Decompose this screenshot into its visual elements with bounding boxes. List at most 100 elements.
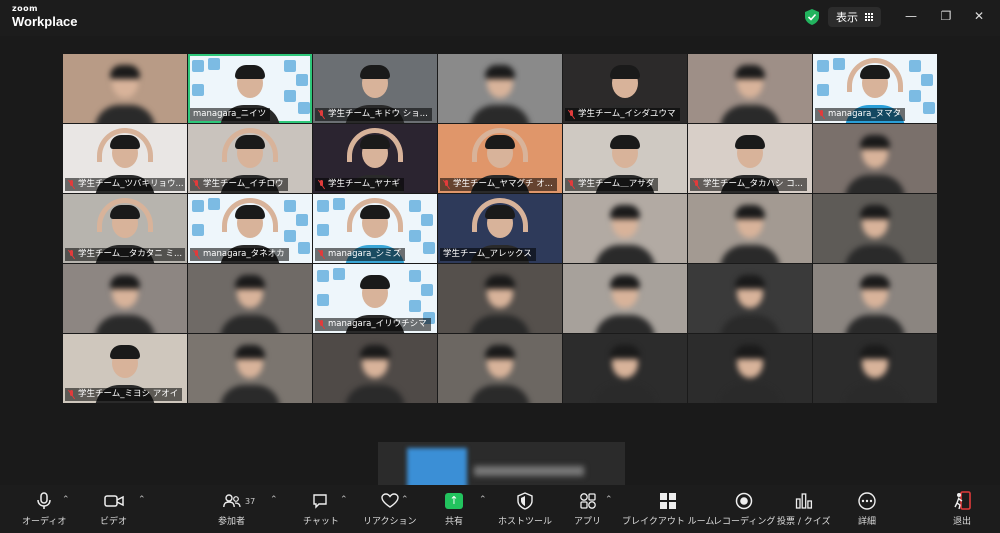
video-button[interactable]: ビデオ bbox=[100, 491, 127, 527]
participant-name: 学生チーム_ヤナギ bbox=[328, 179, 400, 189]
participant-tile[interactable] bbox=[563, 194, 687, 263]
participant-tile[interactable]: 学生チーム_イチロウ bbox=[188, 124, 312, 193]
chat-options-chevron-icon[interactable]: ⌃ bbox=[340, 495, 348, 505]
participants-button[interactable]: 参加者 bbox=[218, 491, 245, 527]
participant-tile[interactable]: 学生チーム_イシダユウマ bbox=[563, 54, 687, 123]
apps-label: アプリ bbox=[574, 517, 602, 527]
reactions-options-chevron-icon[interactable]: ⌃ bbox=[401, 495, 409, 505]
security-shield-icon[interactable] bbox=[805, 9, 819, 25]
participant-body bbox=[470, 385, 530, 403]
participant-tile[interactable] bbox=[813, 124, 937, 193]
participant-tile[interactable]: 学生チーム_ヤナギ bbox=[313, 124, 437, 193]
participants-options-chevron-icon[interactable]: ⌃ bbox=[270, 495, 278, 505]
audio-options-chevron-icon[interactable]: ⌃ bbox=[62, 495, 70, 505]
participant-tile[interactable] bbox=[438, 264, 562, 333]
leave-button[interactable]: 退出 bbox=[951, 491, 973, 527]
participant-tile[interactable]: managara_シミズ bbox=[313, 194, 437, 263]
host-tools-button[interactable]: ホストツール bbox=[498, 491, 552, 527]
participant-name: 学生チーム_タカハシ コ... bbox=[703, 179, 803, 189]
participant-hair bbox=[860, 65, 890, 79]
participant-tile[interactable] bbox=[563, 264, 687, 333]
participant-tile[interactable] bbox=[188, 334, 312, 403]
participant-tile[interactable] bbox=[813, 334, 937, 403]
restore-icon[interactable]: ❐ bbox=[939, 9, 953, 23]
participant-video bbox=[188, 334, 312, 403]
participant-hair bbox=[610, 275, 640, 289]
participant-tile[interactable]: 学生チーム_ミヨシ アオイ bbox=[63, 334, 187, 403]
chat-button[interactable]: チャット bbox=[303, 491, 339, 527]
participant-tile[interactable]: 学生チーム_アレックス bbox=[438, 194, 562, 263]
participant-tile[interactable]: managara_ニイツ bbox=[188, 54, 312, 123]
participant-tile[interactable] bbox=[813, 264, 937, 333]
participant-tile[interactable] bbox=[688, 54, 812, 123]
participant-tile[interactable] bbox=[688, 194, 812, 263]
participant-tile[interactable]: 学生チーム_キドウ ショ... bbox=[313, 54, 437, 123]
participant-tile[interactable]: 学生チーム_ヤマグチ オ... bbox=[438, 124, 562, 193]
shield-icon bbox=[514, 491, 536, 511]
participant-tile[interactable] bbox=[688, 264, 812, 333]
host-tools-label: ホストツール bbox=[498, 517, 553, 527]
participant-name-label: 学生チーム_ミヨシ アオイ bbox=[65, 388, 183, 401]
participant-body bbox=[845, 385, 905, 403]
participant-tile[interactable] bbox=[563, 334, 687, 403]
apps-options-chevron-icon[interactable]: ⌃ bbox=[605, 495, 613, 505]
participant-hair bbox=[485, 65, 515, 79]
participant-body bbox=[220, 385, 280, 403]
participant-body bbox=[720, 245, 780, 263]
participant-tile[interactable]: managara_ヌマタ bbox=[813, 54, 937, 123]
participant-video bbox=[813, 124, 937, 193]
participant-tile[interactable] bbox=[63, 54, 187, 123]
participant-tile[interactable] bbox=[438, 334, 562, 403]
record-button[interactable]: レコーディング bbox=[713, 491, 775, 527]
brand-top: zoom bbox=[12, 4, 38, 13]
participant-tile[interactable]: 学生チーム＿アサダ bbox=[563, 124, 687, 193]
participant-tile[interactable]: managara_タネオカ bbox=[188, 194, 312, 263]
participant-tile[interactable]: 学生チーム＿タカタニ ミ... bbox=[63, 194, 187, 263]
participant-video bbox=[688, 54, 812, 123]
participant-name-label: 学生チーム_ヤマグチ オ... bbox=[440, 178, 557, 191]
participant-name: 学生チーム_イチロウ bbox=[203, 179, 284, 189]
participant-body bbox=[845, 245, 905, 263]
close-icon[interactable]: ✕ bbox=[972, 9, 986, 23]
video-options-chevron-icon[interactable]: ⌃ bbox=[138, 495, 146, 505]
participant-tile[interactable]: 学生チーム_タカハシ コ... bbox=[688, 124, 812, 193]
polls-button[interactable]: 投票 / クイズ bbox=[777, 491, 830, 527]
share-button[interactable]: ↑ 共有 bbox=[443, 491, 465, 527]
participant-hair bbox=[485, 135, 515, 149]
audio-button[interactable]: オーディオ bbox=[22, 491, 66, 527]
participant-name-label: managara_シミズ bbox=[315, 248, 406, 261]
participant-tile[interactable] bbox=[688, 334, 812, 403]
chat-label: チャット bbox=[303, 517, 339, 527]
participant-hair bbox=[485, 345, 515, 359]
participant-name-label: 学生チーム_タカハシ コ... bbox=[690, 178, 807, 191]
participant-tile[interactable]: 学生チーム_ツバキリョウ... bbox=[63, 124, 187, 193]
participant-hair bbox=[110, 275, 140, 289]
brand-bottom: Workplace bbox=[12, 14, 78, 29]
participant-tile[interactable]: managara_イリウチシマ bbox=[313, 264, 437, 333]
breakout-rooms-button[interactable]: ブレイクアウト ルーム bbox=[622, 491, 714, 527]
participant-name: 学生チーム_ヤマグチ オ... bbox=[453, 179, 553, 189]
participant-video bbox=[563, 334, 687, 403]
apps-button[interactable]: アプリ bbox=[574, 491, 601, 527]
more-button[interactable]: 詳細 bbox=[856, 491, 878, 527]
participant-tile[interactable] bbox=[63, 264, 187, 333]
participant-body bbox=[845, 315, 905, 333]
share-options-chevron-icon[interactable]: ⌃ bbox=[479, 495, 487, 505]
view-button[interactable]: 表示 bbox=[828, 7, 881, 27]
participant-name-label: 学生チーム_ツバキリョウ... bbox=[65, 178, 185, 191]
participant-hair bbox=[485, 275, 515, 289]
participant-hair bbox=[485, 205, 515, 219]
participant-body bbox=[470, 105, 530, 123]
participant-tile[interactable] bbox=[188, 264, 312, 333]
chat-icon bbox=[310, 491, 332, 511]
participant-tile[interactable] bbox=[438, 54, 562, 123]
participant-hair bbox=[610, 345, 640, 359]
title-bar: zoom Workplace 表示 — ❐ ✕ bbox=[0, 0, 1000, 36]
video-label: ビデオ bbox=[100, 517, 128, 527]
participant-name-label: managara_タネオカ bbox=[190, 248, 289, 261]
participant-hair bbox=[360, 345, 390, 359]
participant-video bbox=[188, 264, 312, 333]
participant-tile[interactable] bbox=[813, 194, 937, 263]
minimize-icon[interactable]: — bbox=[904, 9, 918, 23]
participant-tile[interactable] bbox=[313, 334, 437, 403]
